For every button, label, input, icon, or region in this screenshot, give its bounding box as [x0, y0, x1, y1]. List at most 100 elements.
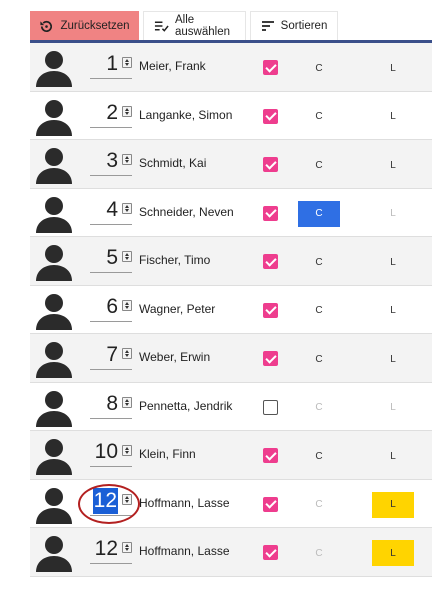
jersey-number[interactable]: 8 [106, 391, 118, 417]
number-stepper[interactable]: 4 [90, 197, 132, 225]
number-stepper[interactable]: 10 [90, 439, 132, 467]
avatar-icon [34, 338, 74, 378]
reset-button[interactable]: Zurücksetzen [30, 11, 139, 40]
select-checkbox[interactable] [263, 205, 278, 221]
jersey-number[interactable]: 7 [106, 342, 118, 368]
table-row[interactable]: 2 Langanke, Simon C L [30, 91, 432, 140]
number-stepper[interactable]: 6 [90, 294, 132, 322]
sort-button[interactable]: Sortieren [250, 11, 338, 40]
avatar-icon [34, 47, 74, 87]
jersey-number[interactable]: 12 [95, 536, 118, 562]
select-checkbox[interactable] [263, 302, 278, 318]
select-checkbox[interactable] [263, 448, 278, 463]
spinner-arrows-icon[interactable] [122, 57, 132, 68]
number-stepper[interactable]: 12 [90, 536, 132, 564]
captain-toggle[interactable]: C [298, 443, 340, 469]
player-name: Hoffmann, Lasse [139, 544, 230, 558]
jersey-number[interactable]: 6 [106, 294, 118, 320]
avatar-icon [34, 144, 74, 184]
libero-toggle[interactable]: L [372, 55, 414, 81]
captain-toggle[interactable]: C [298, 492, 340, 518]
checklist-icon [154, 19, 169, 34]
spinner-arrows-icon[interactable] [122, 493, 132, 505]
captain-toggle[interactable]: C [298, 200, 340, 227]
table-row[interactable]: 6 Wagner, Peter C L [30, 285, 432, 334]
captain-toggle[interactable]: C [298, 346, 340, 372]
libero-toggle[interactable]: L [372, 395, 414, 421]
select-checkbox[interactable] [263, 157, 278, 172]
jersey-number[interactable]: 4 [106, 197, 118, 223]
select-checkbox[interactable] [263, 496, 278, 512]
captain-toggle[interactable]: C [298, 55, 340, 81]
number-stepper[interactable]: 1 [90, 51, 132, 79]
table-row[interactable]: 12 Hoffmann, Lasse C L [30, 479, 432, 528]
spinner-arrows-icon[interactable] [122, 251, 132, 262]
table-row[interactable]: 10 Klein, Finn C L [30, 431, 432, 480]
libero-toggle[interactable]: L [372, 346, 414, 372]
spinner-arrows-icon[interactable] [122, 154, 132, 165]
table-row[interactable]: 8 Pennetta, Jendrik C L [30, 382, 432, 431]
captain-toggle[interactable]: C [298, 298, 340, 324]
spinner-arrows-icon[interactable] [122, 299, 132, 311]
player-name: Wagner, Peter [139, 301, 216, 316]
avatar-icon [34, 96, 74, 136]
select-checkbox[interactable] [263, 351, 278, 366]
libero-toggle[interactable]: L [372, 201, 414, 227]
spinner-arrows-icon[interactable] [122, 348, 132, 359]
table-row[interactable]: 4 Schneider, Neven C L [30, 188, 432, 237]
captain-toggle[interactable]: C [298, 540, 340, 566]
spinner-arrows-icon[interactable] [122, 202, 132, 214]
player-name: Fischer, Timo [139, 253, 211, 267]
player-name: Schmidt, Kai [139, 156, 207, 170]
libero-toggle[interactable]: L [372, 104, 414, 130]
table-row[interactable]: 3 Schmidt, Kai C L [30, 140, 432, 189]
select-checkbox[interactable] [263, 545, 278, 560]
select-all-button[interactable]: Alle auswählen [143, 11, 246, 40]
jersey-number[interactable]: 2 [106, 100, 118, 126]
number-stepper[interactable]: 12 [90, 487, 132, 516]
avatar-icon [34, 193, 74, 233]
libero-toggle[interactable]: L [372, 540, 414, 566]
table-row[interactable]: 1 Meier, Frank C L [30, 43, 432, 92]
captain-toggle[interactable]: C [298, 152, 340, 178]
jersey-number[interactable]: 5 [106, 245, 118, 271]
player-name: Langanke, Simon [139, 107, 233, 122]
captain-toggle[interactable]: C [298, 249, 340, 275]
select-checkbox[interactable] [263, 60, 278, 75]
jersey-number[interactable]: 3 [106, 148, 118, 174]
libero-toggle[interactable]: L [372, 491, 414, 518]
table-row[interactable]: 7 Weber, Erwin C L [30, 334, 432, 383]
jersey-number[interactable]: 10 [95, 439, 118, 465]
select-checkbox[interactable] [263, 254, 278, 269]
avatar-icon [34, 290, 74, 330]
number-stepper[interactable]: 5 [90, 245, 132, 273]
reset-icon [39, 19, 54, 34]
player-name: Hoffmann, Lasse [139, 495, 230, 510]
libero-toggle[interactable]: L [372, 298, 414, 324]
avatar-icon [34, 484, 74, 524]
number-stepper[interactable]: 8 [90, 391, 132, 419]
number-stepper[interactable]: 2 [90, 100, 132, 128]
table-row[interactable]: 5 Fischer, Timo C L [30, 237, 432, 286]
number-stepper[interactable]: 3 [90, 148, 132, 176]
spinner-arrows-icon[interactable] [122, 542, 132, 553]
spinner-arrows-icon[interactable] [122, 105, 132, 117]
select-checkbox[interactable] [263, 399, 278, 415]
libero-toggle[interactable]: L [372, 249, 414, 275]
number-stepper[interactable]: 7 [90, 342, 132, 370]
spinner-arrows-icon[interactable] [122, 396, 132, 408]
player-name: Schneider, Neven [139, 204, 234, 219]
sort-icon [261, 19, 275, 34]
captain-toggle[interactable]: C [298, 104, 340, 130]
table-row[interactable]: 12 Hoffmann, Lasse C L [30, 528, 432, 577]
captain-toggle[interactable]: C [298, 395, 340, 421]
player-name: Meier, Frank [139, 59, 206, 73]
libero-toggle[interactable]: L [372, 152, 414, 178]
spinner-arrows-icon[interactable] [122, 445, 132, 456]
select-checkbox[interactable] [263, 108, 278, 124]
jersey-number[interactable]: 12 [92, 487, 118, 514]
player-name: Weber, Erwin [139, 350, 211, 364]
libero-toggle[interactable]: L [372, 443, 414, 469]
jersey-number[interactable]: 1 [106, 51, 118, 77]
avatar-icon [34, 435, 74, 475]
